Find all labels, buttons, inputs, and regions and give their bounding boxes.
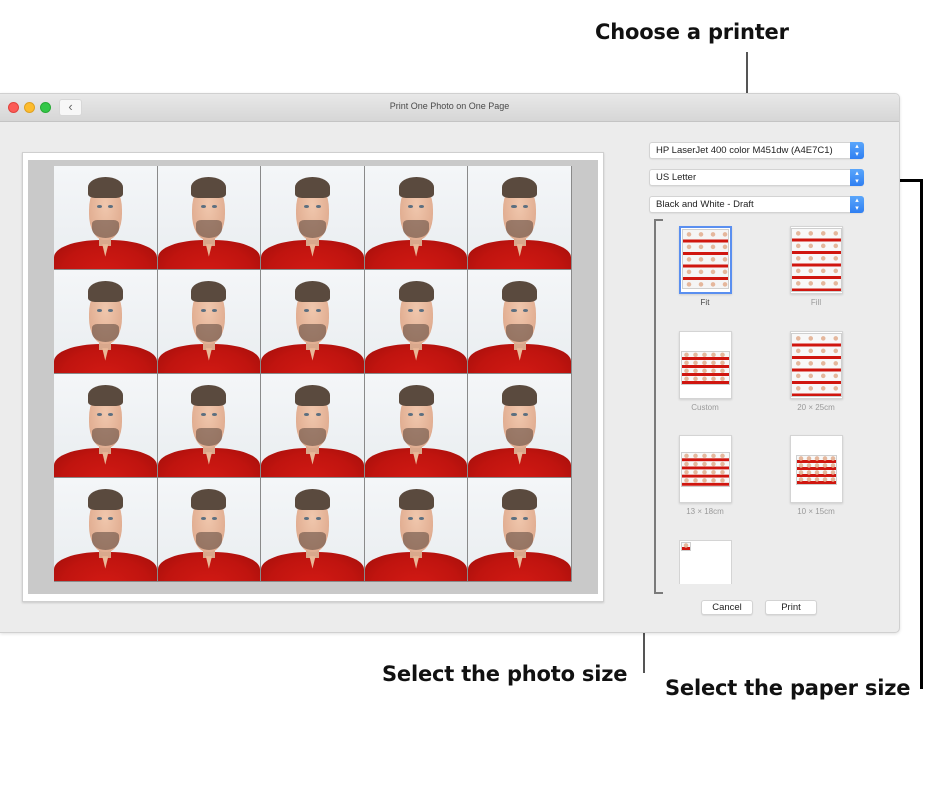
portrait-photo (261, 478, 365, 582)
window-title: Print One Photo on One Page (389, 101, 510, 111)
callout-choose-printer: Choose a printer (595, 20, 789, 44)
print-preview-page (22, 152, 604, 602)
photo-size-label: 20 × 25cm (797, 403, 835, 412)
photo-size-option-custom[interactable]: Custom (677, 331, 733, 412)
portrait-photo (468, 166, 572, 270)
title-bar: ‹ Print One Photo on One Page (0, 94, 899, 122)
portrait-photo (157, 166, 262, 270)
preview-sheet (28, 160, 598, 594)
photo-grid (54, 166, 572, 582)
portrait-photo (364, 270, 469, 374)
leader-line-paper-size-vertical (920, 179, 923, 689)
photo-size-label: 13 × 18cm (686, 507, 724, 516)
photo-size-thumbnail (678, 226, 732, 294)
portrait-photo (468, 270, 572, 374)
photo-size-thumbnail (789, 226, 843, 294)
photo-size-thumbnail (789, 331, 843, 399)
photo-size-thumbnail (678, 540, 732, 584)
portrait-photo (54, 166, 158, 270)
photo-size-label: Fill (810, 298, 822, 307)
portrait-photo (157, 270, 262, 374)
photo-size-thumbnail (789, 435, 843, 503)
portrait-photo (157, 478, 262, 582)
portrait-photo (157, 374, 262, 478)
portrait-photo (54, 478, 158, 582)
photo-size-option-fill[interactable]: Fill (788, 226, 844, 307)
layout-preview (680, 351, 730, 385)
photo-size-option-single[interactable] (677, 540, 733, 584)
portrait-photo (364, 166, 469, 270)
photo-size-thumbnail (678, 331, 732, 399)
photo-size-label: Custom (691, 403, 719, 412)
layout-preview (790, 333, 842, 397)
up-down-stepper-icon: ▴ ▾ (850, 169, 864, 186)
photo-size-label: 10 × 15cm (797, 507, 835, 516)
photo-size-option-13x18[interactable]: 13 × 18cm (677, 435, 733, 516)
photo-size-list[interactable]: Fit Fill Custom 20 × 25cm 13 × 18cm 10 ×… (655, 219, 860, 599)
layout-preview (680, 452, 730, 487)
layout-preview (680, 542, 691, 551)
photo-size-thumbnail (678, 435, 732, 503)
paper-size-select[interactable]: US Letter ▴ ▾ (649, 169, 864, 186)
photo-size-label: Fit (700, 298, 710, 307)
portrait-photo (468, 478, 572, 582)
paper-size-select-value: US Letter (656, 172, 697, 183)
printer-select[interactable]: HP LaserJet 400 color M451dw (A4E7C1) ▴ ▾ (649, 142, 864, 159)
cancel-button[interactable]: Cancel (701, 600, 753, 615)
layout-preview (681, 229, 729, 289)
portrait-photo (54, 270, 158, 374)
callout-select-photo-size: Select the photo size (382, 662, 628, 686)
quality-select[interactable]: Black and White - Draft ▴ ▾ (649, 196, 864, 213)
portrait-photo (54, 374, 158, 478)
callout-select-paper-size: Select the paper size (665, 676, 911, 700)
portrait-photo (261, 166, 365, 270)
portrait-photo (468, 374, 572, 478)
portrait-photo (364, 478, 469, 582)
layout-preview (795, 455, 837, 485)
print-button[interactable]: Print (765, 600, 817, 615)
quality-select-value: Black and White - Draft (656, 199, 754, 210)
up-down-stepper-icon: ▴ ▾ (850, 196, 864, 213)
photo-size-option-10x15[interactable]: 10 × 15cm (788, 435, 844, 516)
portrait-photo (261, 374, 365, 478)
portrait-photo (261, 270, 365, 374)
printer-select-value: HP LaserJet 400 color M451dw (A4E7C1) (656, 145, 833, 156)
photo-size-option-20x25[interactable]: 20 × 25cm (788, 331, 844, 412)
layout-preview (790, 228, 842, 292)
photo-size-option-fit[interactable]: Fit (677, 226, 733, 307)
portrait-photo (364, 374, 469, 478)
up-down-stepper-icon: ▴ ▾ (850, 142, 864, 159)
